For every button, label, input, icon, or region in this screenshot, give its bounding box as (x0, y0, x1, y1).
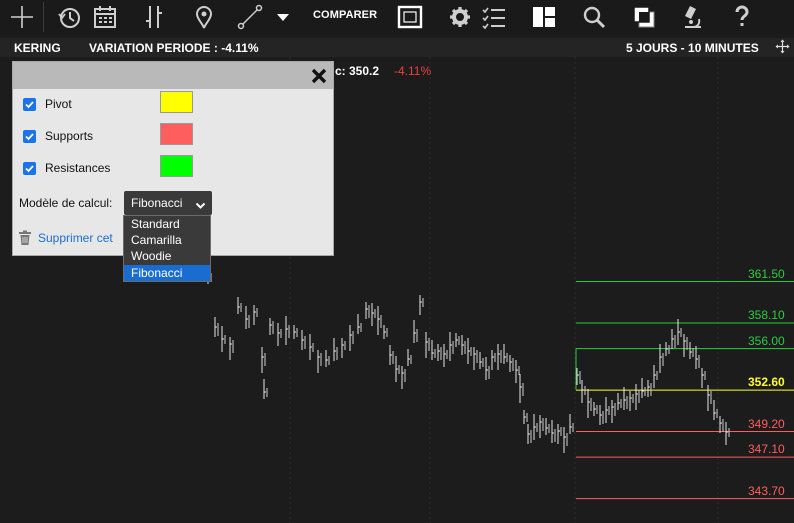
period-selector[interactable]: 5 JOURS - 10 MINUTES (626, 41, 759, 55)
pivot-color-swatch[interactable] (160, 91, 193, 113)
help-icon[interactable] (728, 3, 756, 31)
model-select-value: Fibonacci (131, 196, 183, 210)
chevron-down-icon (195, 199, 206, 209)
last-price: c: 350.2 (335, 64, 380, 78)
chart-app: COMPARER KERING VARIATION PERIODE : -4.1… (0, 0, 794, 523)
level-label-resistance: 361.50 (748, 266, 785, 281)
option-standard[interactable]: Standard (124, 216, 210, 232)
info-bar: KERING VARIATION PERIODE : -4.11% 5 JOUR… (0, 38, 794, 57)
supports-checkbox[interactable] (23, 130, 36, 143)
layout-icon[interactable] (530, 3, 558, 31)
trash-icon (18, 230, 32, 246)
option-fibonacci[interactable]: Fibonacci (124, 265, 210, 281)
level-label-support: 349.20 (748, 416, 785, 431)
option-camarilla[interactable]: Camarilla (124, 232, 210, 248)
level-label-resistance: 356.00 (748, 333, 785, 348)
pivot-checkbox[interactable] (23, 98, 36, 111)
model-select[interactable]: Fibonacci (124, 191, 212, 215)
price-change: -4.11% (394, 64, 432, 78)
panel-header (13, 62, 333, 89)
model-dropdown-list: Standard Camarilla Woodie Fibonacci (123, 215, 211, 282)
trendline-icon[interactable] (236, 3, 264, 31)
move-arrows-icon[interactable] (775, 39, 790, 54)
checklist-icon[interactable] (480, 3, 508, 31)
chart-grid (289, 57, 719, 523)
resistances-label: Resistances (45, 161, 111, 175)
delete-label: Supprimer cet (38, 231, 113, 245)
toolbar-separator (43, 2, 44, 32)
candlestick-icon[interactable] (140, 3, 168, 31)
pivot-label: Pivot (45, 97, 72, 111)
resistances-color-swatch[interactable] (160, 155, 193, 177)
price-bars (207, 270, 730, 453)
fullscreen-icon[interactable] (396, 3, 424, 31)
gear-icon[interactable] (446, 3, 474, 31)
toolbar: COMPARER (0, 0, 794, 34)
level-label-pivot: 352.60 (748, 375, 785, 390)
microscope-icon[interactable] (679, 3, 707, 31)
resistances-checkbox[interactable] (23, 162, 36, 175)
map-pin-icon[interactable] (190, 3, 218, 31)
calendar-icon[interactable] (91, 3, 119, 31)
history-clock-icon[interactable] (56, 3, 84, 31)
search-icon[interactable] (580, 3, 608, 31)
level-label-support: 343.70 (748, 483, 785, 498)
level-label-resistance: 358.10 (748, 307, 785, 322)
period-variation: VARIATION PERIODE : -4.11% (89, 41, 259, 55)
close-icon[interactable] (310, 67, 328, 85)
compare-button[interactable]: COMPARER (313, 9, 377, 21)
model-label: Modèle de calcul: (19, 196, 113, 210)
symbol-name: KERING (14, 41, 61, 55)
level-label-support: 347.10 (748, 442, 785, 457)
chevron-down-icon[interactable] (272, 3, 294, 31)
supports-color-swatch[interactable] (160, 123, 193, 145)
color-contrast-icon[interactable] (630, 3, 658, 31)
supports-label: Supports (45, 129, 94, 143)
crosshair-icon[interactable] (8, 3, 36, 31)
option-woodie[interactable]: Woodie (124, 248, 210, 264)
